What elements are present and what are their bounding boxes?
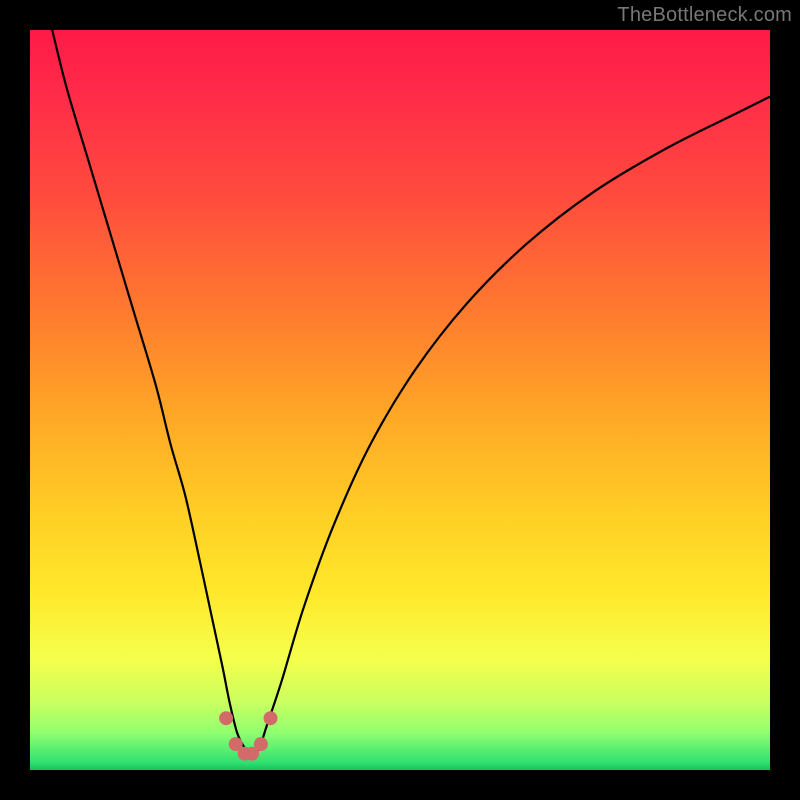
chart-frame: TheBottleneck.com	[0, 0, 800, 800]
plot-area	[30, 30, 770, 770]
curve-dot	[254, 737, 268, 751]
curve-dot	[219, 711, 233, 725]
watermark-text: TheBottleneck.com	[617, 4, 792, 27]
curve-dots	[219, 711, 277, 761]
bottleneck-curve	[52, 30, 770, 755]
bottleneck-curve-svg	[30, 30, 770, 770]
curve-dot	[264, 711, 278, 725]
